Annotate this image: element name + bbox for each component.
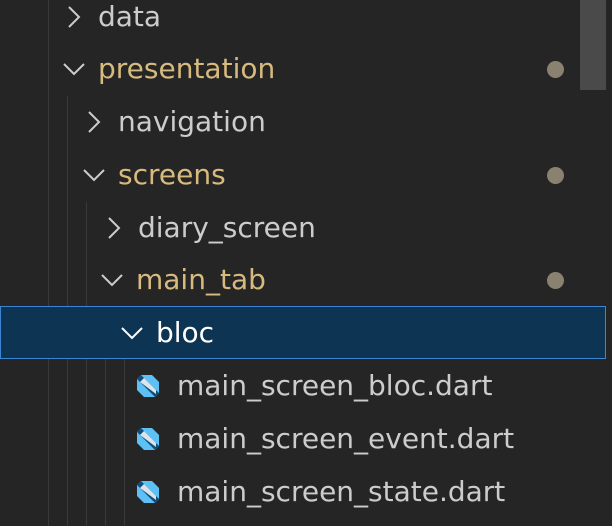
dart-file-icon xyxy=(133,477,163,507)
chevron-right-icon[interactable] xyxy=(100,214,128,242)
tree-item-data[interactable]: data xyxy=(0,0,606,43)
chevron-down-icon[interactable] xyxy=(118,319,146,347)
modified-dot-icon xyxy=(547,166,564,184)
tree-item-label: main_screen_event.dart xyxy=(177,422,515,455)
chevron-down-icon[interactable] xyxy=(98,266,126,294)
tree-item-label: screens xyxy=(118,158,226,191)
tree-item-main-tab[interactable]: main_tab xyxy=(0,253,606,306)
tree-item-label: navigation xyxy=(118,105,266,138)
chevron-right-icon[interactable] xyxy=(80,108,108,136)
tree-item-label: main_screen_bloc.dart xyxy=(177,369,493,402)
dart-file-icon xyxy=(133,371,163,401)
tree-item-label: data xyxy=(98,0,162,33)
tree-item-label: diary_screen xyxy=(138,211,316,244)
modified-dot-icon xyxy=(547,60,564,78)
tree-item-file[interactable]: main_screen_bloc.dart xyxy=(0,359,606,412)
tree-item-file[interactable]: main_screen_event.dart xyxy=(0,412,606,465)
dart-file-icon xyxy=(133,424,163,454)
tree-item-label: main_screen_state.dart xyxy=(177,475,506,508)
tree-item-file[interactable]: main_screen_state.dart xyxy=(0,465,606,518)
tree-item-diary-screen[interactable]: diary_screen xyxy=(0,201,606,254)
tree-item-label: presentation xyxy=(98,52,276,85)
chevron-down-icon[interactable] xyxy=(80,161,108,189)
tree-item-bloc[interactable]: bloc xyxy=(0,306,606,359)
tree-item-label: main_tab xyxy=(136,263,266,296)
tree-item-screens[interactable]: screens xyxy=(0,148,606,201)
tree-item-presentation[interactable]: presentation xyxy=(0,42,606,95)
chevron-down-icon[interactable] xyxy=(60,55,88,83)
modified-dot-icon xyxy=(547,271,564,289)
tree-item-label: bloc xyxy=(156,316,215,349)
scrollbar-thumb[interactable] xyxy=(580,0,606,90)
file-explorer: data presentation navigation screens dia… xyxy=(0,0,612,526)
chevron-right-icon[interactable] xyxy=(60,3,88,31)
tree-item-navigation[interactable]: navigation xyxy=(0,95,606,148)
